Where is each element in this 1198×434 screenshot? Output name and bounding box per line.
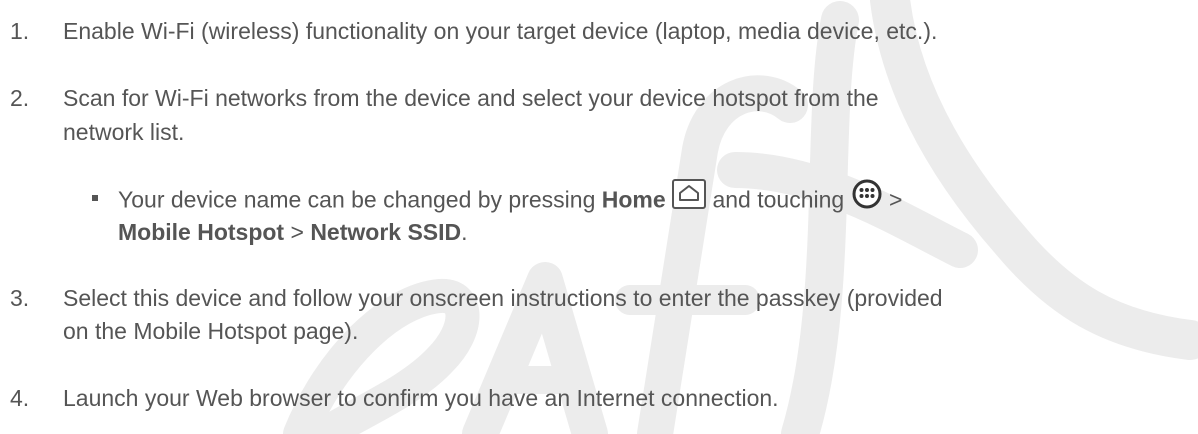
step-text: on the Mobile Hotspot page). (63, 318, 359, 344)
step-number: 1. (10, 18, 30, 44)
home-label: Home (601, 186, 666, 213)
note-text-line-2: Mobile Hotspot > Network SSID. (118, 219, 468, 245)
home-key-icon (672, 179, 707, 218)
step-number: 4. (10, 385, 30, 411)
bullet-square (92, 195, 98, 201)
step-text: Scan for Wi-Fi networks from the device … (63, 85, 879, 111)
step-text: Launch your Web browser to confirm you h… (63, 385, 779, 411)
step-number: 3. (10, 285, 30, 311)
step-text: Select this device and follow your onscr… (63, 285, 943, 311)
mobile-hotspot-label: Mobile Hotspot (118, 219, 285, 245)
step-text: network list. (63, 119, 185, 145)
step-text: Enable Wi-Fi (wireless) functionality on… (63, 18, 938, 44)
step-number: 2. (10, 85, 30, 111)
network-ssid-label: Network SSID (310, 219, 462, 245)
apps-menu-icon (851, 178, 883, 219)
